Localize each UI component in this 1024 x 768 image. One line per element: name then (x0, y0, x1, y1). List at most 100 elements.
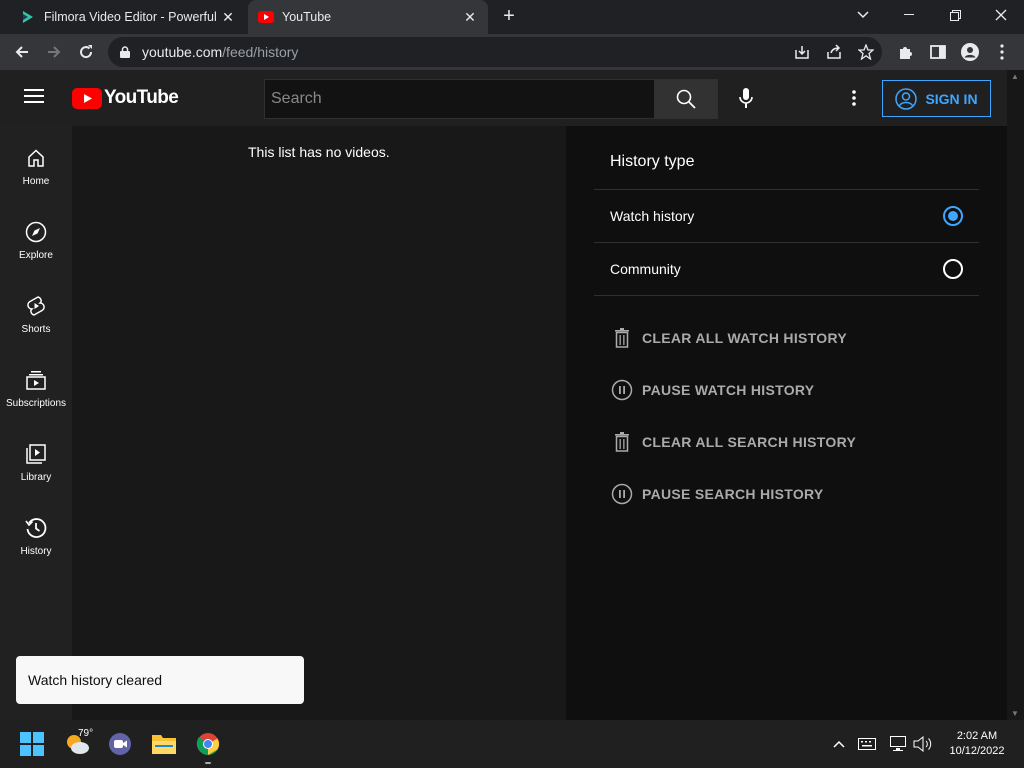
search-icon (676, 89, 696, 109)
weather-temperature: 79° (78, 728, 94, 739)
sign-in-button[interactable]: SIGN IN (882, 80, 991, 117)
address-bar[interactable]: youtube.com/feed/history (108, 37, 882, 67)
chrome-icon[interactable] (194, 730, 222, 758)
nav-label: Library (20, 472, 52, 483)
minimize-window-icon[interactable] (886, 0, 932, 30)
extensions-puzzle-icon[interactable] (892, 38, 920, 66)
nav-item-library[interactable]: Library (0, 422, 72, 496)
sign-in-label: SIGN IN (925, 90, 978, 107)
bookmark-star-icon[interactable] (852, 38, 880, 66)
option-watch-history[interactable]: Watch history (594, 190, 979, 242)
trash-icon (610, 326, 634, 350)
url-host: youtube.com (142, 44, 223, 60)
scroll-up-arrow-icon[interactable]: ▲ (1011, 72, 1019, 81)
scroll-down-arrow-icon[interactable]: ▼ (1011, 709, 1019, 718)
action-label: CLEAR ALL SEARCH HISTORY (642, 434, 857, 450)
share-icon[interactable] (820, 38, 848, 66)
radio-button[interactable] (943, 259, 963, 279)
filmora-favicon-icon (20, 9, 36, 25)
browser-menu-icon[interactable] (988, 38, 1016, 66)
taskbar-clock[interactable]: 2:02 AM 10/12/2022 (942, 729, 1012, 759)
reload-icon[interactable] (72, 38, 100, 66)
option-community[interactable]: Community (594, 243, 979, 295)
search-button[interactable] (654, 79, 718, 119)
subscriptions-icon (24, 368, 48, 392)
hamburger-menu-icon[interactable] (24, 88, 48, 108)
pause-icon (610, 482, 634, 506)
close-tab-icon[interactable]: ✕ (218, 9, 238, 26)
trash-icon (610, 430, 634, 454)
library-icon (24, 442, 48, 466)
page-scrollbar[interactable]: ▲ ▼ (1007, 70, 1024, 720)
settings-more-vert-icon[interactable] (840, 84, 868, 112)
nav-item-explore[interactable]: Explore (0, 200, 72, 274)
file-explorer-icon[interactable] (150, 730, 178, 758)
voice-search-mic-icon[interactable] (732, 84, 760, 112)
nav-item-subscriptions[interactable]: Subscriptions (0, 348, 72, 422)
windows-start-icon[interactable] (18, 730, 46, 758)
clear-all-watch-history-button[interactable]: CLEAR ALL WATCH HISTORY (610, 326, 847, 350)
browser-toolbar: youtube.com/feed/history (0, 34, 1024, 70)
youtube-logo-icon (72, 87, 102, 109)
nav-item-shorts[interactable]: Shorts (0, 274, 72, 348)
tab-youtube[interactable]: YouTube ✕ (248, 0, 488, 34)
action-label: PAUSE WATCH HISTORY (642, 382, 815, 398)
nav-label: Home (22, 176, 50, 187)
tab-search-chevron-down-icon[interactable] (840, 0, 886, 30)
radio-button-selected[interactable] (943, 206, 963, 226)
empty-list-message: This list has no videos. (248, 144, 390, 160)
active-app-indicator (205, 762, 211, 764)
account-circle-icon (895, 87, 918, 110)
show-hidden-icons-chevron-up-icon[interactable] (828, 734, 850, 754)
keyboard-icon[interactable] (856, 734, 878, 754)
toast-notification: Watch history cleared (16, 656, 304, 704)
shorts-icon (24, 294, 48, 318)
nav-item-home[interactable]: Home (0, 126, 72, 200)
pause-watch-history-button[interactable]: PAUSE WATCH HISTORY (610, 378, 814, 402)
clear-all-search-history-button[interactable]: CLEAR ALL SEARCH HISTORY (610, 430, 856, 454)
install-app-icon[interactable] (788, 38, 816, 66)
forward-arrow-icon[interactable] (40, 38, 68, 66)
search-input[interactable]: Search (264, 79, 655, 119)
url-text: youtube.com/feed/history (142, 44, 298, 60)
tab-title: Filmora Video Editor - Powerful V (44, 10, 218, 24)
close-window-icon[interactable] (978, 0, 1024, 30)
nav-label: Shorts (21, 324, 51, 335)
tab-filmora[interactable]: Filmora Video Editor - Powerful V ✕ (10, 0, 246, 34)
action-label: PAUSE SEARCH HISTORY (642, 486, 824, 502)
nav-label: History (20, 546, 52, 557)
youtube-logo[interactable]: YouTube (72, 87, 179, 109)
clock-time: 2:02 AM (956, 730, 998, 742)
browser-tab-strip: Filmora Video Editor - Powerful V ✕ YouT… (0, 0, 1024, 34)
youtube-header: YouTube Search SIGN IN (0, 70, 1014, 126)
pause-icon (610, 378, 634, 402)
side-panel-icon[interactable] (924, 38, 952, 66)
clock-date: 10/12/2022 (949, 745, 1005, 757)
profile-avatar-icon[interactable] (956, 38, 984, 66)
url-path: /feed/history (222, 44, 299, 60)
new-tab-button[interactable]: + (498, 6, 520, 28)
youtube-favicon-icon (258, 9, 274, 25)
action-label: CLEAR ALL WATCH HISTORY (642, 330, 847, 346)
option-label: Watch history (610, 208, 695, 224)
divider (594, 295, 979, 296)
lock-icon[interactable] (120, 46, 132, 58)
nav-item-history[interactable]: History (0, 496, 72, 570)
close-tab-icon[interactable]: ✕ (460, 9, 480, 26)
pause-search-history-button[interactable]: PAUSE SEARCH HISTORY (610, 482, 824, 506)
nav-label: Subscriptions (5, 398, 67, 409)
home-icon (24, 146, 48, 170)
restore-window-icon[interactable] (932, 0, 978, 30)
compass-icon (24, 220, 48, 244)
history-type-panel: History type Watch history Community CLE… (566, 126, 1007, 720)
logo-text: YouTube (104, 87, 179, 108)
history-feed: This list has no videos. (72, 126, 566, 720)
tab-title: YouTube (282, 10, 332, 24)
network-monitor-icon[interactable] (888, 734, 910, 754)
history-icon (24, 516, 48, 540)
teams-chat-icon[interactable] (106, 730, 134, 758)
volume-speaker-icon[interactable] (912, 734, 934, 754)
back-arrow-icon[interactable] (8, 38, 36, 66)
option-label: Community (610, 261, 681, 277)
windows-taskbar: 79° 2:02 AM 10/12/2022 (0, 720, 1024, 768)
